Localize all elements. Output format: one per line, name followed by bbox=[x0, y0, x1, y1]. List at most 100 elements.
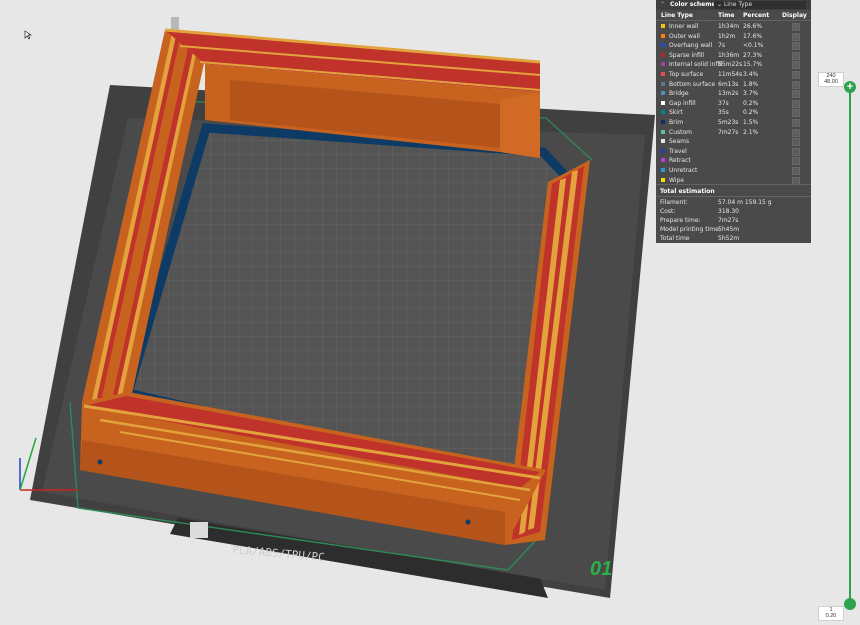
line-type-percent: 1.5% bbox=[743, 119, 759, 126]
total-estimation-title: Total estimation bbox=[660, 188, 715, 195]
display-checkbox[interactable] bbox=[792, 157, 800, 166]
line-type-percent: 3.4% bbox=[743, 71, 759, 78]
line-type-time: 1h34m bbox=[718, 23, 740, 30]
legend-row: Internal solid infill 55m22s 15.7% ✓ bbox=[656, 60, 811, 70]
legend-row: Custom 7m27s 2.1% ✓ bbox=[656, 128, 811, 138]
line-type-legend: ⌃ Color scheme ⌄ Line Type Line Type Tim… bbox=[656, 0, 811, 243]
estimate-label: Filament: bbox=[660, 199, 688, 206]
line-type-name: Travel bbox=[669, 147, 687, 155]
line-type-name: Bridge bbox=[669, 90, 689, 98]
color-swatch bbox=[661, 139, 665, 144]
estimate-row: Filament: 57.04 m 159.15 g bbox=[660, 199, 772, 206]
legend-row: Unretract bbox=[656, 166, 811, 176]
line-type-name: Sparse infill bbox=[669, 51, 705, 59]
estimate-label: Cost: bbox=[660, 208, 676, 215]
display-checkbox[interactable] bbox=[792, 167, 800, 175]
estimate-value: 7m27s bbox=[718, 217, 739, 224]
legend-row: Inner wall 1h34m 26.6% ✓ bbox=[656, 22, 811, 32]
layer-slider-bottom-handle[interactable] bbox=[844, 598, 856, 610]
display-checkbox[interactable]: ✓ bbox=[792, 42, 800, 51]
line-type-percent: 0.2% bbox=[743, 109, 759, 117]
line-type-name: Inner wall bbox=[669, 23, 699, 30]
display-checkbox[interactable]: ✓ bbox=[792, 90, 800, 99]
color-swatch bbox=[661, 158, 665, 163]
display-checkbox[interactable]: ✓ bbox=[792, 71, 800, 79]
estimate-label: Prepare time: bbox=[660, 217, 701, 224]
legend-header: ⌃ Color scheme ⌄ Line Type bbox=[656, 0, 811, 10]
legend-row: Outer wall 1h2m 17.6% ✓ bbox=[656, 32, 811, 42]
color-swatch bbox=[661, 100, 665, 105]
legend-row: Travel bbox=[656, 147, 811, 157]
line-type-time: 11m54s bbox=[718, 71, 743, 78]
color-swatch bbox=[661, 72, 665, 76]
color-swatch bbox=[661, 110, 665, 115]
estimate-value: 57.04 m 159.15 g bbox=[718, 199, 772, 206]
display-checkbox[interactable]: ✓ bbox=[792, 99, 800, 108]
line-type-time: 37s bbox=[718, 99, 729, 107]
chevron-down-icon: ⌄ bbox=[717, 1, 724, 8]
display-checkbox[interactable]: ✓ bbox=[792, 109, 800, 118]
legend-row: Sparse infill 1h36m 27.3% ✓ bbox=[656, 51, 811, 61]
color-swatch bbox=[661, 43, 665, 48]
estimate-value: 318.30 bbox=[718, 208, 739, 215]
color-swatch bbox=[661, 129, 665, 134]
collapse-icon[interactable]: ⌃ bbox=[660, 1, 665, 8]
line-type-percent: 1.8% bbox=[743, 80, 759, 88]
top-layer-readout: 240 48.00 bbox=[818, 72, 844, 87]
divider bbox=[656, 20, 811, 21]
column-percent: Percent bbox=[743, 12, 770, 19]
color-swatch bbox=[661, 91, 665, 96]
bottom-layer-readout: 1 0.20 bbox=[818, 606, 844, 621]
layer-slider-track[interactable] bbox=[849, 83, 851, 603]
column-time: Time bbox=[718, 12, 735, 19]
line-type-time: 1h36m bbox=[718, 51, 740, 59]
color-swatch bbox=[661, 24, 665, 28]
color-swatch bbox=[661, 120, 665, 124]
line-type-time: 7s bbox=[718, 42, 725, 50]
color-swatch bbox=[661, 148, 665, 153]
line-type-percent: 26.6% bbox=[743, 23, 763, 30]
line-type-percent: 3.7% bbox=[743, 90, 759, 98]
color-swatch bbox=[661, 52, 665, 57]
line-type-name: Skirt bbox=[669, 109, 683, 117]
display-checkbox[interactable] bbox=[792, 147, 800, 156]
estimate-value: 5h45m bbox=[718, 226, 740, 233]
color-scheme-select[interactable]: ⌄ Line Type bbox=[714, 1, 806, 9]
display-checkbox[interactable]: ✓ bbox=[792, 61, 800, 70]
line-type-percent: <0.1% bbox=[743, 42, 764, 50]
line-type-percent: 2.1% bbox=[743, 128, 759, 136]
estimate-row: Prepare time: 7m27s bbox=[660, 217, 738, 224]
display-checkbox[interactable]: ✓ bbox=[792, 32, 800, 41]
line-type-name: Brim bbox=[669, 119, 684, 126]
legend-row: Bottom surface 6m13s 1.8% ✓ bbox=[656, 80, 811, 90]
line-type-name: Top surface bbox=[669, 71, 704, 78]
display-checkbox[interactable]: ✓ bbox=[792, 80, 800, 89]
plate-number: 01 bbox=[590, 558, 612, 580]
line-type-time: 5m23s bbox=[718, 119, 739, 126]
line-type-percent: 0.2% bbox=[743, 99, 759, 107]
display-checkbox[interactable]: ✓ bbox=[792, 23, 800, 31]
display-checkbox[interactable]: ✓ bbox=[792, 119, 800, 127]
mouse-cursor-icon bbox=[24, 30, 32, 40]
line-type-name: Retract bbox=[669, 157, 691, 165]
legend-row: Bridge 13m2s 3.7% ✓ bbox=[656, 89, 811, 99]
layer-slider-top-handle[interactable]: + bbox=[844, 81, 856, 93]
line-type-time: 13m2s bbox=[718, 90, 739, 98]
line-type-time: 1h2m bbox=[718, 32, 736, 40]
color-swatch bbox=[661, 168, 665, 172]
estimate-label: Model printing time: bbox=[660, 226, 721, 233]
display-checkbox[interactable]: ✓ bbox=[792, 128, 800, 137]
estimate-row: Model printing time: 5h45m bbox=[660, 226, 739, 233]
bottom-layer-height: 0.20 bbox=[825, 613, 837, 619]
line-type-percent: 27.3% bbox=[743, 51, 763, 59]
display-checkbox[interactable] bbox=[792, 138, 800, 147]
line-type-name: Overhang wall bbox=[669, 42, 713, 50]
display-checkbox[interactable]: ✓ bbox=[792, 51, 800, 60]
line-type-name: Gap infill bbox=[669, 99, 696, 107]
legend-row: Overhang wall 7s <0.1% ✓ bbox=[656, 41, 811, 51]
line-type-time: 55m22s bbox=[718, 61, 743, 69]
color-swatch bbox=[661, 177, 665, 182]
estimate-value: 5h52m bbox=[718, 235, 740, 242]
line-type-name: Wipe bbox=[669, 176, 684, 184]
line-type-time: 35s bbox=[718, 109, 729, 117]
